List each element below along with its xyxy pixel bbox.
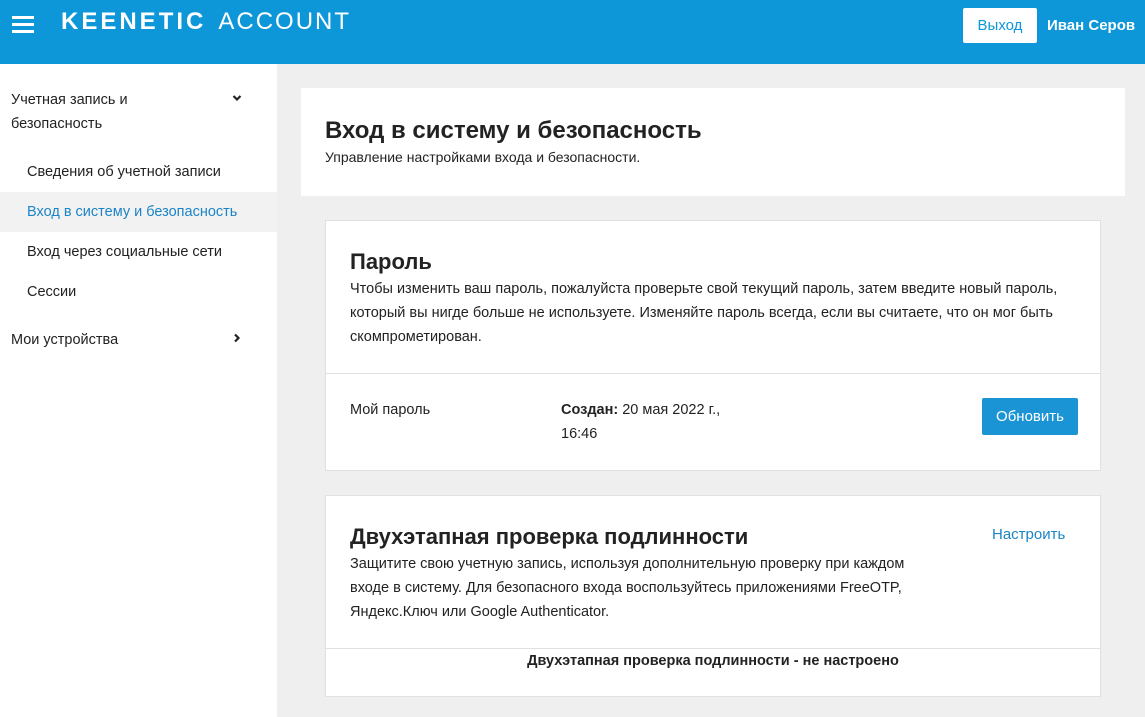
two-factor-card: Двухэтапная проверка подлинности Настрои… bbox=[325, 495, 1101, 697]
update-password-button[interactable]: Обновить bbox=[982, 398, 1078, 435]
password-created: Создан: 20 мая 2022 г., 16:46 bbox=[561, 398, 741, 446]
two-factor-description: Защитите свою учетную запись, используя … bbox=[350, 556, 905, 620]
logout-button[interactable]: Выход bbox=[963, 8, 1037, 43]
configure-two-factor-link[interactable]: Настроить bbox=[992, 526, 1065, 543]
menu-icon[interactable] bbox=[12, 16, 34, 34]
two-factor-status: Двухэтапная проверка подлинности - не на… bbox=[527, 653, 899, 669]
sidebar-item-sessions[interactable]: Сессии bbox=[0, 272, 277, 312]
page-subtitle: Управление настройками входа и безопасно… bbox=[325, 149, 641, 165]
two-factor-title: Двухэтапная проверка подлинности bbox=[350, 524, 749, 549]
divider bbox=[326, 373, 1100, 374]
password-created-label: Создан: bbox=[561, 402, 619, 418]
sidebar: Учетная запись и безопасность Сведения о… bbox=[0, 64, 277, 717]
top-bar: KEENETIC ACCOUNT Выход Иван Серов bbox=[0, 0, 1145, 64]
sidebar-group-devices[interactable]: Мои устройства bbox=[11, 328, 118, 352]
chevron-down-icon[interactable] bbox=[232, 93, 242, 103]
page-title: Вход в систему и безопасность bbox=[325, 117, 702, 144]
logo-product: ACCOUNT bbox=[218, 8, 352, 35]
sidebar-item-account-info[interactable]: Сведения об учетной записи bbox=[0, 152, 277, 192]
logo[interactable]: KEENETIC ACCOUNT bbox=[61, 8, 351, 36]
password-card-title: Пароль bbox=[350, 249, 432, 274]
sidebar-item-social-login[interactable]: Вход через социальные сети bbox=[0, 232, 277, 272]
page-header: Вход в систему и безопасность Управление… bbox=[301, 88, 1125, 196]
password-row-label: Мой пароль bbox=[350, 402, 431, 418]
logo-brand: KEENETIC bbox=[61, 8, 207, 35]
sidebar-group-account[interactable]: Учетная запись и безопасность bbox=[11, 88, 171, 136]
user-name[interactable]: Иван Серов bbox=[1047, 17, 1135, 34]
password-card-description: Чтобы изменить ваш пароль, пожалуйста пр… bbox=[350, 281, 1058, 345]
sidebar-item-login-security[interactable]: Вход в систему и безопасность bbox=[0, 192, 277, 232]
chevron-right-icon[interactable] bbox=[232, 333, 242, 343]
password-card: Пароль Чтобы изменить ваш пароль, пожалу… bbox=[325, 220, 1101, 471]
